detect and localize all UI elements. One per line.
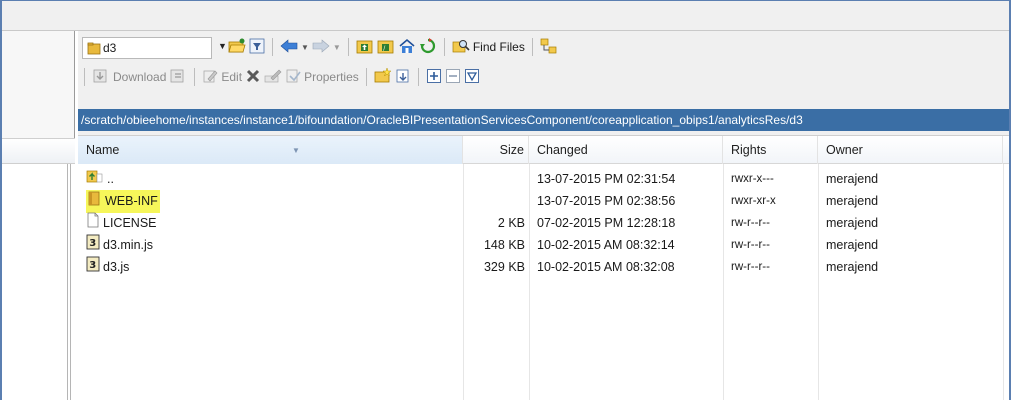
toolbar-grip	[84, 68, 85, 86]
folder-icon	[87, 41, 101, 58]
edit-button[interactable]: Edit	[202, 68, 242, 87]
svg-text:3: 3	[89, 238, 96, 249]
highlighted-entry: WEB-INF	[86, 189, 160, 213]
navigation-toolbar: d3 ▼ ▼ ▼ / Find Files	[78, 33, 1009, 61]
toolbar-separator	[347, 38, 349, 56]
remote-path-bar[interactable]: /scratch/obieehome/instances/instance1/b…	[78, 109, 1009, 131]
remote-pane: d3 ▼ ▼ ▼ / Find Files Download Edit Prop…	[78, 31, 1009, 400]
sort-indicator-icon: ▼	[292, 146, 300, 155]
local-pane	[2, 31, 75, 400]
column-name-label: Name	[86, 143, 120, 157]
edit-icon	[202, 68, 218, 87]
rename-icon[interactable]	[264, 68, 282, 87]
file-name-cell: LICENSE	[86, 212, 456, 234]
svg-text:3: 3	[89, 260, 96, 271]
table-row[interactable]: .. 13-07-2015 PM 02:31:54 rwxr-x--- mera…	[78, 168, 1009, 190]
file-name-cell: 3 d3.js	[86, 256, 456, 278]
table-row[interactable]: WEB-INF 13-07-2015 PM 02:38:56 rwxr-xr-x…	[78, 189, 1009, 213]
column-header-size[interactable]: Size	[463, 136, 529, 164]
back-dropdown-icon[interactable]: ▼	[301, 43, 309, 52]
download-dropdown-icon[interactable]	[169, 68, 187, 87]
location-value: d3	[103, 41, 117, 55]
back-icon[interactable]	[280, 38, 298, 56]
file-size-cell: 329 KB	[483, 260, 525, 274]
script-file-icon: 3	[86, 256, 100, 279]
properties-icon	[285, 68, 301, 87]
file-action-buttons: Download Edit Properties	[84, 66, 480, 88]
column-header-changed[interactable]: Changed	[529, 136, 723, 164]
select-all-icon[interactable]	[426, 68, 442, 87]
properties-button[interactable]: Properties	[285, 68, 359, 87]
folder-open-icon[interactable]	[228, 38, 246, 57]
folder-icon	[88, 190, 102, 213]
file-size-cell	[463, 168, 525, 190]
toolbar-separator	[417, 68, 419, 86]
file-changed-cell: 07-02-2015 PM 12:28:18	[537, 216, 676, 230]
file-changed-cell: 10-02-2015 AM 08:32:14	[537, 238, 675, 252]
download-button[interactable]: Download	[92, 68, 166, 87]
file-owner-cell: merajend	[826, 172, 879, 186]
file-size-cell: 148 KB	[483, 238, 525, 252]
forward-icon[interactable]	[312, 38, 330, 56]
unselect-all-icon[interactable]	[445, 68, 461, 87]
table-row[interactable]: LICENSE 2 KB 07-02-2015 PM 12:28:18 rw-r…	[78, 212, 1009, 234]
sync-browse-icon[interactable]	[540, 38, 558, 57]
file-owner-cell: merajend	[826, 194, 879, 208]
file-list-header: Name ▼ Size Changed Rights Owner	[78, 136, 1009, 164]
location-combo[interactable]: d3	[82, 37, 212, 59]
new-folder-icon[interactable]	[374, 66, 392, 87]
file-name-cell: 3 d3.min.js	[86, 234, 456, 256]
title-bar	[2, 1, 1009, 31]
table-row[interactable]: 3 d3.js 329 KB 10-02-2015 AM 08:32:08 rw…	[78, 256, 1009, 278]
filter-select-icon[interactable]	[464, 68, 480, 87]
file-name-cell: WEB-INF	[86, 189, 456, 213]
home-icon[interactable]	[398, 38, 416, 57]
delete-icon[interactable]	[245, 68, 261, 87]
file-changed-cell: 13-07-2015 PM 02:38:56	[537, 194, 676, 208]
toolbar-separator	[365, 68, 367, 86]
local-file-list[interactable]	[2, 164, 75, 400]
refresh-icon[interactable]	[419, 37, 437, 57]
file-owner-cell: merajend	[826, 238, 879, 252]
file-actions-toolbar: Download Edit Properties	[78, 63, 1009, 91]
file-icon	[86, 212, 100, 235]
file-size-cell	[463, 190, 525, 212]
file-rights-cell: rw-r--r--	[731, 239, 770, 251]
file-owner-cell: merajend	[826, 260, 879, 274]
parent-dir-icon[interactable]	[356, 38, 374, 57]
pane-splitter[interactable]	[67, 164, 71, 400]
toolbar-separator	[443, 38, 445, 56]
nav-buttons: ▼ ▼ / Find Files	[228, 36, 558, 58]
root-dir-icon[interactable]: /	[377, 38, 395, 57]
new-file-icon[interactable]	[395, 68, 411, 87]
parent-folder-icon	[86, 168, 104, 191]
file-rights-cell: rwxr-xr-x	[731, 195, 776, 207]
local-pane-header[interactable]	[2, 138, 75, 164]
location-dropdown-arrow[interactable]: ▼	[218, 41, 227, 51]
find-files-icon	[452, 38, 470, 57]
column-header-rights[interactable]: Rights	[723, 136, 818, 164]
file-changed-cell: 13-07-2015 PM 02:31:54	[537, 172, 676, 186]
script-file-icon: 3	[86, 234, 100, 257]
file-rights-cell: rw-r--r--	[731, 217, 770, 229]
toolbar-separator	[531, 38, 533, 56]
file-rights-cell: rw-r--r--	[731, 261, 770, 273]
file-rights-cell: rwxr-x---	[731, 173, 774, 185]
file-changed-cell: 10-02-2015 AM 08:32:08	[537, 260, 675, 274]
file-owner-cell: merajend	[826, 216, 879, 230]
remote-file-list[interactable]: Name ▼ Size Changed Rights Owner .. 13-0…	[78, 135, 1009, 400]
column-header-name[interactable]: Name ▼	[78, 136, 463, 164]
column-header-owner[interactable]: Owner	[818, 136, 1003, 164]
filter-icon[interactable]	[249, 38, 265, 57]
file-size-cell: 2 KB	[497, 216, 525, 230]
table-row[interactable]: 3 d3.min.js 148 KB 10-02-2015 AM 08:32:1…	[78, 234, 1009, 256]
file-name-cell: ..	[86, 168, 456, 190]
find-files-button[interactable]: Find Files	[452, 38, 525, 57]
download-icon	[92, 68, 110, 87]
toolbar-separator	[194, 68, 196, 86]
toolbar-separator	[272, 38, 273, 56]
forward-dropdown-icon[interactable]: ▼	[333, 43, 341, 52]
